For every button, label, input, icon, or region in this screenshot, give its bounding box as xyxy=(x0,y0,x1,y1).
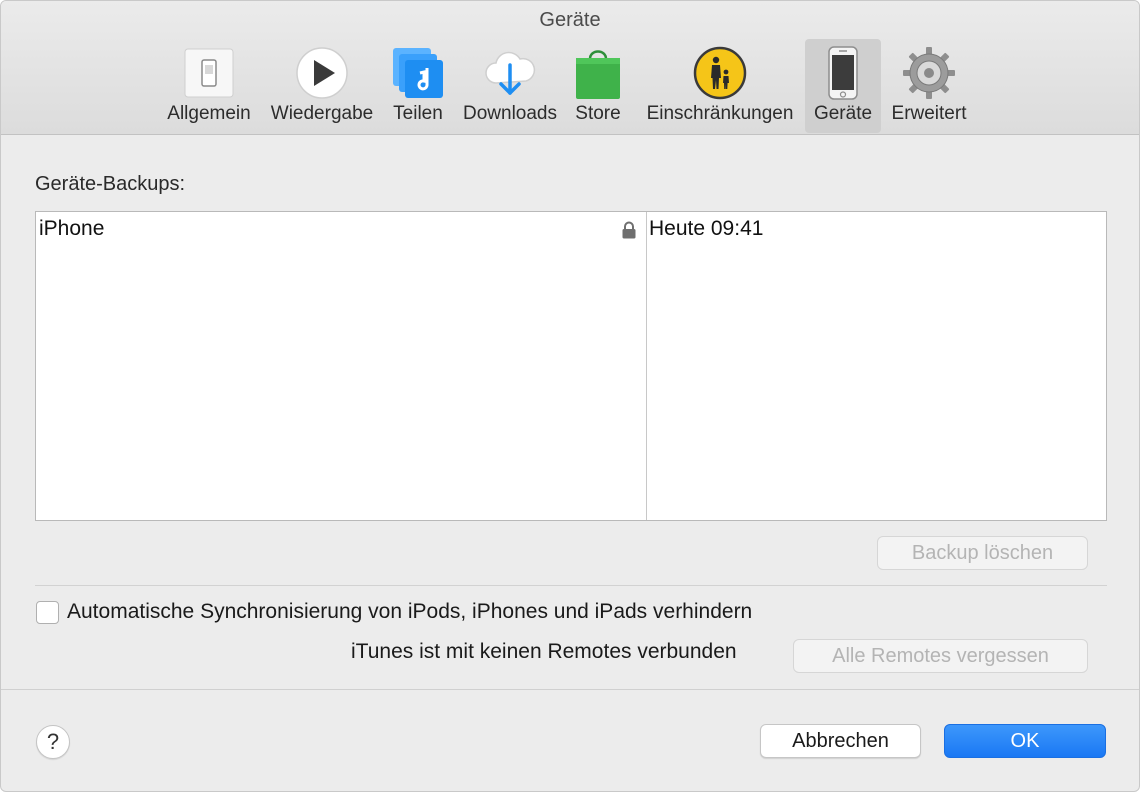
ok-button[interactable]: OK xyxy=(944,724,1106,758)
tab-label: Teilen xyxy=(393,103,443,124)
switch-icon xyxy=(184,48,234,98)
column-divider xyxy=(646,212,647,520)
preferences-window: Geräte Allgemein Wiedergabe Teilen Downl… xyxy=(0,0,1140,792)
shopping-bag-icon xyxy=(576,50,620,99)
backup-device-name[interactable]: iPhone xyxy=(39,217,104,241)
cloud-download-icon xyxy=(485,51,536,95)
tab-erweitert[interactable]: Erweitert xyxy=(885,39,973,133)
prevent-sync-label[interactable]: Automatische Synchronisierung von iPods,… xyxy=(67,600,752,624)
window-title: Geräte xyxy=(539,9,601,31)
tab-label: Store xyxy=(575,103,621,124)
tab-label: Wiedergabe xyxy=(270,103,374,124)
footer-divider xyxy=(1,689,1139,690)
tab-wiedergabe[interactable]: Wiedergabe xyxy=(263,39,381,133)
divider xyxy=(35,585,1107,586)
music-share-icon xyxy=(393,48,443,98)
tab-label: Downloads xyxy=(463,103,557,124)
toolbar: Geräte Allgemein Wiedergabe Teilen Downl… xyxy=(1,1,1139,135)
delete-backup-button[interactable]: Backup löschen xyxy=(877,536,1088,570)
tab-einschraenkungen[interactable]: Einschränkungen xyxy=(639,39,801,133)
tab-label: Einschränkungen xyxy=(646,103,794,124)
tab-store[interactable]: Store xyxy=(569,39,627,133)
play-icon xyxy=(296,47,348,99)
forget-remotes-button[interactable]: Alle Remotes vergessen xyxy=(793,639,1088,673)
tab-geraete[interactable]: Geräte xyxy=(805,39,881,133)
parental-controls-icon xyxy=(693,46,747,100)
tab-downloads[interactable]: Downloads xyxy=(456,39,564,133)
lock-icon xyxy=(622,221,636,239)
remotes-status-text: iTunes ist mit keinen Remotes verbunden xyxy=(351,640,737,663)
iphone-icon xyxy=(828,46,858,100)
backup-list[interactable]: iPhone Heute 09:41 xyxy=(35,211,1107,521)
prevent-sync-checkbox[interactable] xyxy=(36,601,59,624)
cancel-button[interactable]: Abbrechen xyxy=(760,724,921,758)
gear-icon xyxy=(903,47,955,99)
tab-label: Erweitert xyxy=(891,103,967,124)
tab-allgemein[interactable]: Allgemein xyxy=(161,39,257,133)
backups-section-label: Geräte-Backups: xyxy=(35,173,186,195)
tab-label: Allgemein xyxy=(167,103,251,124)
tab-label: Geräte xyxy=(813,103,873,124)
help-button[interactable]: ? xyxy=(36,725,70,759)
tab-teilen[interactable]: Teilen xyxy=(385,39,451,133)
backup-date[interactable]: Heute 09:41 xyxy=(649,217,763,241)
